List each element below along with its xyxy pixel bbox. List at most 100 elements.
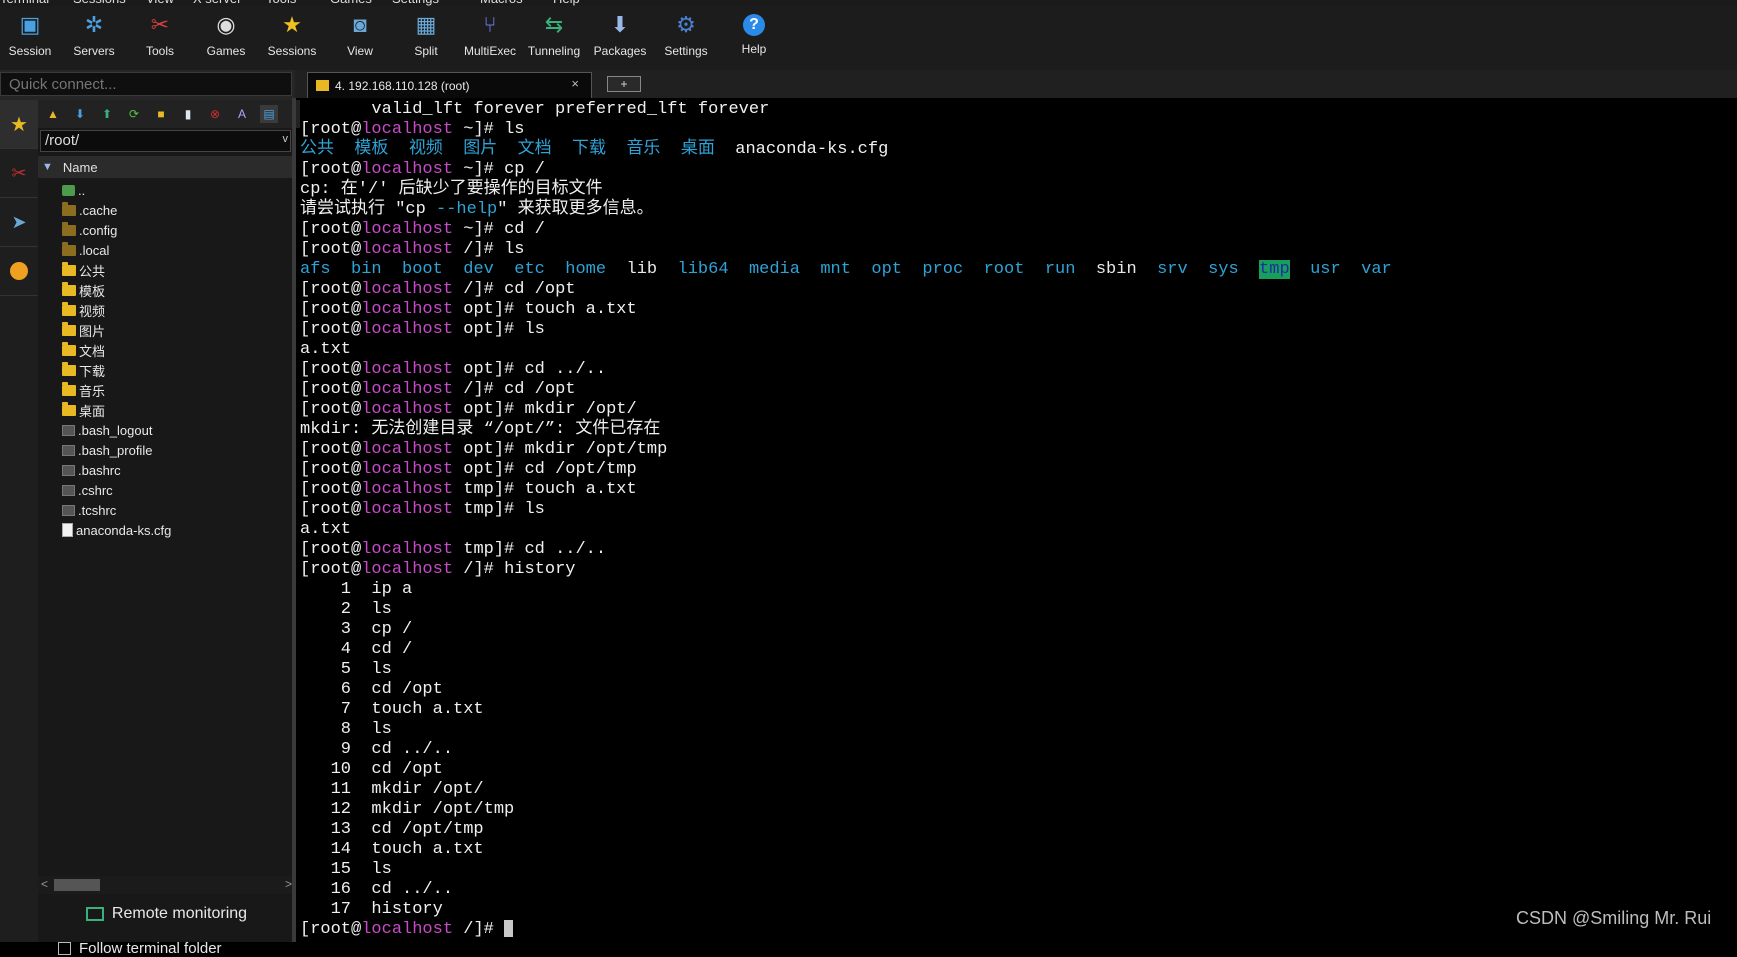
file-tree-row[interactable]: .bashrc — [38, 460, 295, 480]
toolbar-label: Games — [206, 44, 246, 58]
terminal-line: [root@localhost ~]# ls — [300, 120, 1737, 140]
prompt-dir: ~ — [463, 120, 474, 139]
toolbar-sessions-button[interactable]: ★ Sessions — [264, 6, 320, 66]
ls-dir-entry: boot — [402, 260, 443, 279]
horizontal-scrollbar[interactable]: < > — [38, 876, 295, 894]
chevron-down-icon[interactable]: v — [283, 133, 289, 145]
prompt-dir: tmp — [463, 540, 494, 559]
toolbar-session-button[interactable]: ▣ Session — [2, 6, 58, 66]
file-icon — [62, 484, 75, 496]
toolbar-multiexec-button[interactable]: ⑂ MultiExec — [462, 6, 518, 66]
tab-session-4[interactable]: 4. 192.168.110.128 (root) × — [307, 72, 592, 98]
scroll-right-icon[interactable]: > — [285, 877, 292, 891]
scroll-left-icon[interactable]: < — [41, 877, 48, 891]
prompt-user: [root@ — [300, 560, 362, 579]
session-icon: ▣ — [19, 12, 41, 37]
file-tree-row[interactable]: .tcshrc — [38, 500, 295, 520]
file-tree-row[interactable]: 下载 — [38, 360, 295, 380]
toolbar-tools-button[interactable]: ✂ Tools — [132, 6, 188, 66]
quick-connect-input[interactable] — [0, 72, 292, 96]
file-tree-row[interactable]: .bash_logout — [38, 420, 295, 440]
tab-tools[interactable]: ✂ — [0, 149, 38, 198]
terminal-line: afs bin boot dev etc home lib lib64 medi… — [300, 260, 1737, 280]
new-file-icon[interactable]: ▮ — [179, 105, 197, 123]
file-tree-row[interactable]: .config — [38, 220, 295, 240]
path-field[interactable]: /root/ v — [40, 130, 291, 152]
properties-icon[interactable]: ▤ — [260, 105, 278, 123]
file-tree-row[interactable]: .bash_profile — [38, 440, 295, 460]
parent-dir-icon — [62, 184, 75, 196]
tab-macros[interactable] — [0, 247, 38, 296]
command-text: cd ../.. — [524, 360, 607, 379]
scroll-thumb[interactable] — [54, 879, 100, 891]
file-tree-row[interactable]: 文档 — [38, 340, 295, 360]
checkbox-box[interactable] — [58, 942, 71, 955]
ls-dir-entry: 模板 — [354, 140, 389, 159]
folder-icon — [62, 381, 76, 396]
ls-sep — [606, 140, 626, 159]
toolbar-games-button[interactable]: ◉ Games — [198, 6, 254, 66]
toolbar-help-button[interactable]: ? Help — [726, 6, 782, 66]
file-name: 公共 — [79, 263, 106, 279]
remote-monitoring-button[interactable]: Remote monitoring — [38, 900, 295, 928]
file-tree-row[interactable]: .cshrc — [38, 480, 295, 500]
toolbar-packages-button[interactable]: ⬇ Packages — [592, 6, 648, 66]
macros-icon — [10, 262, 28, 280]
ls-sep — [851, 260, 871, 279]
file-tree-row[interactable]: .local — [38, 240, 295, 260]
file-tree-row[interactable]: 公共 — [38, 260, 295, 280]
output-text: 7 touch a.txt — [300, 700, 484, 719]
gamepad-icon: ◉ — [216, 12, 236, 37]
file-tree-row[interactable]: 桌面 — [38, 400, 295, 420]
file-tree-row[interactable]: 音乐 — [38, 380, 295, 400]
new-tab-button[interactable]: + — [607, 76, 641, 92]
new-folder-icon[interactable]: ■ — [152, 105, 170, 123]
parent-folder-icon[interactable]: ▲ — [44, 105, 62, 123]
tools-icon: ✂ — [11, 162, 27, 183]
tree-header[interactable]: ▼ Name — [38, 156, 295, 178]
toolbar-label: View — [347, 44, 373, 58]
ls-sep — [443, 140, 463, 159]
panel-splitter[interactable] — [292, 98, 296, 942]
monitor-icon — [85, 907, 104, 921]
toolbar-split-button[interactable]: ▦ Split — [398, 6, 454, 66]
toolbar-settings-button[interactable]: ⚙ Settings — [658, 6, 714, 66]
file-name: .cshrc — [78, 482, 113, 498]
ls-dir-entry: 图片 — [463, 140, 498, 159]
prompt-dir: / — [463, 560, 474, 579]
help-flag: --help — [436, 200, 498, 219]
toolbar-servers-button[interactable]: ✲ Servers — [66, 6, 122, 66]
upload-icon[interactable]: ⬆ — [98, 105, 116, 123]
file-tree-row[interactable]: .. — [38, 180, 295, 200]
file-tree-row[interactable]: .cache — [38, 200, 295, 220]
tunneling-icon: ⇆ — [544, 12, 564, 37]
command-text: ls — [524, 320, 545, 339]
prompt-host: localhost — [361, 320, 454, 339]
folder-icon — [62, 281, 76, 296]
tab-sftp[interactable]: ➤ — [0, 198, 38, 247]
file-tree-row[interactable]: 模板 — [38, 280, 295, 300]
tab-sessions-star[interactable]: ★ — [0, 100, 38, 149]
watermark: CSDN @Smiling Mr. Rui — [1516, 908, 1712, 928]
terminal-line: 2 ls — [300, 600, 1737, 620]
toolbar-view-button[interactable]: ◙ View — [332, 6, 388, 66]
file-tree-row[interactable]: 图片 — [38, 320, 295, 340]
rename-icon[interactable]: A — [233, 105, 251, 123]
file-tree-row[interactable]: 视频 — [38, 300, 295, 320]
delete-icon[interactable]: ⊗ — [206, 105, 224, 123]
follow-terminal-checkbox[interactable]: Follow terminal folder — [58, 940, 222, 957]
file-tree-row[interactable]: anaconda-ks.cfg — [38, 520, 295, 540]
ls-sep — [902, 260, 922, 279]
command-text: cp / — [504, 160, 545, 179]
close-icon[interactable]: × — [571, 76, 579, 91]
toolbar-label: Sessions — [267, 44, 317, 58]
prompt-dir: opt — [463, 460, 494, 479]
refresh-icon[interactable]: ⟳ — [125, 105, 143, 123]
terminal-output[interactable]: valid_lft forever preferred_lft forever[… — [300, 100, 1737, 942]
ls-sep — [497, 140, 517, 159]
ls-sep — [1239, 260, 1259, 279]
download-icon[interactable]: ⬇ — [71, 105, 89, 123]
toolbar-tunneling-button[interactable]: ⇆ Tunneling — [526, 6, 582, 66]
